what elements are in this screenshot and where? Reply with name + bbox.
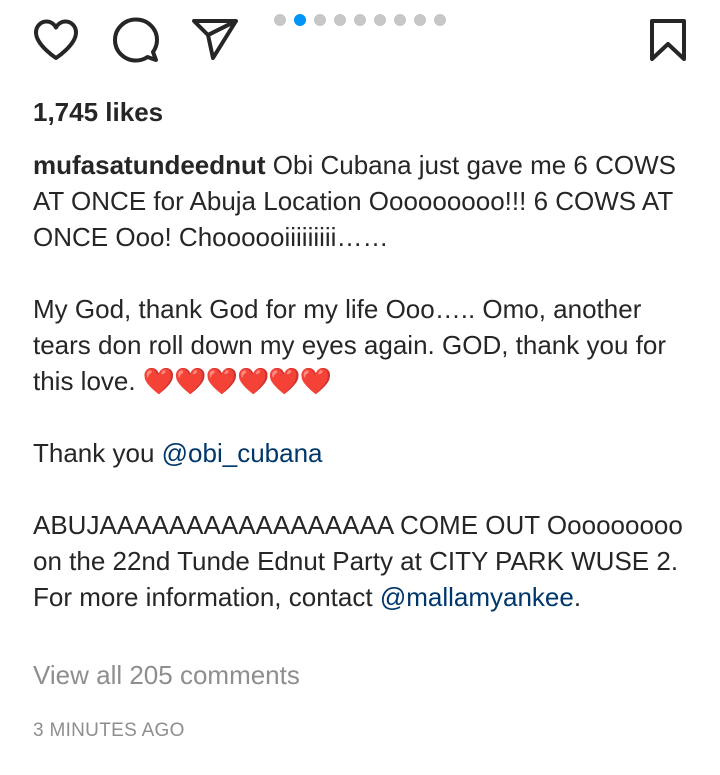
- carousel-dot: [434, 14, 446, 26]
- carousel-dot: [294, 14, 306, 26]
- speech-bubble-icon: [113, 17, 159, 63]
- mention-link[interactable]: @mallamyankee: [380, 582, 574, 612]
- bookmark-icon: [650, 19, 686, 61]
- share-button[interactable]: [190, 14, 240, 66]
- like-button[interactable]: [31, 14, 81, 66]
- username-link[interactable]: mufasatundeednut: [33, 150, 266, 180]
- caption-text: ABUJAAAAAAAAAAAAAAAAA COME OUT Ooooooooo…: [33, 510, 683, 612]
- carousel-dot: [394, 14, 406, 26]
- hearts-emoji: ❤️❤️❤️❤️❤️❤️: [142, 366, 332, 396]
- post-caption: mufasatundeednut Obi Cubana just gave me…: [33, 147, 693, 615]
- post-action-bar: [0, 0, 720, 80]
- carousel-dot: [354, 14, 366, 26]
- caption-paragraph-3: Thank you @obi_cubana: [33, 435, 693, 471]
- caption-text: .: [573, 582, 582, 612]
- carousel-dot: [334, 14, 346, 26]
- caption-paragraph-4: ABUJAAAAAAAAAAAAAAAAA COME OUT Ooooooooo…: [33, 507, 693, 615]
- view-comments-link[interactable]: View all 205 comments: [33, 660, 300, 691]
- carousel-dot: [274, 14, 286, 26]
- carousel-dot: [414, 14, 426, 26]
- post-timestamp: 3 MINUTES AGO: [33, 720, 185, 741]
- save-button[interactable]: [643, 14, 693, 66]
- paper-plane-icon: [192, 19, 238, 60]
- caption-text: Thank you: [33, 438, 162, 468]
- caption-text: My God, thank God for my life Ooo….. Omo…: [33, 294, 666, 396]
- carousel-dot: [374, 14, 386, 26]
- carousel-indicator: [274, 14, 446, 26]
- caption-paragraph-1: mufasatundeednut Obi Cubana just gave me…: [33, 147, 693, 255]
- heart-icon: [34, 19, 78, 60]
- caption-paragraph-2: My God, thank God for my life Ooo….. Omo…: [33, 291, 693, 399]
- mention-link[interactable]: @obi_cubana: [162, 438, 323, 468]
- carousel-dot: [314, 14, 326, 26]
- likes-count[interactable]: 1,745 likes: [33, 97, 163, 128]
- comment-button[interactable]: [111, 14, 161, 66]
